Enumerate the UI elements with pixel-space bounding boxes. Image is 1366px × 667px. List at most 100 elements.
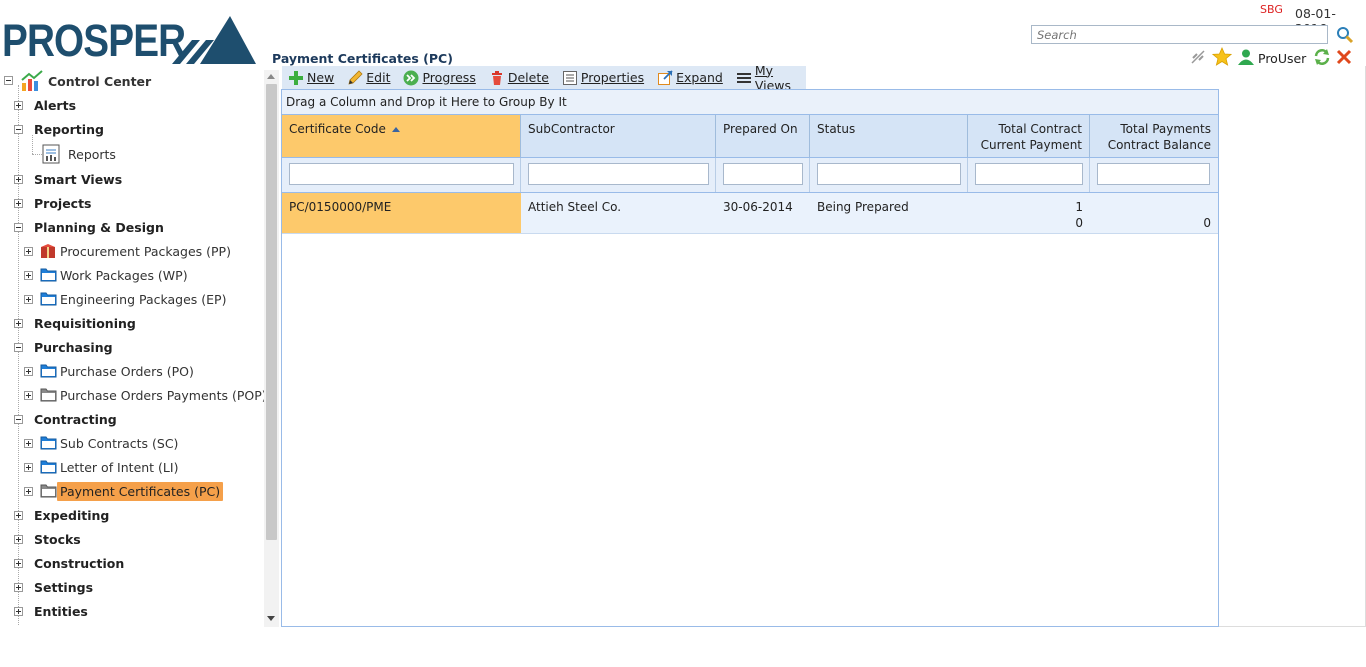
expand-icon[interactable] — [14, 175, 23, 184]
tree-label: Entities — [34, 603, 88, 619]
tree-item-settings[interactable]: Settings — [0, 576, 260, 598]
expand-icon[interactable] — [24, 487, 33, 496]
expand-icon[interactable] — [24, 439, 33, 448]
tree-item-sc[interactable]: Sub Contracts (SC) — [0, 432, 260, 454]
tree-item-expediting[interactable]: Expediting — [0, 504, 260, 526]
expand-icon[interactable] — [14, 199, 23, 208]
search-icon[interactable] — [1336, 26, 1354, 44]
folder-blue-icon — [40, 363, 57, 381]
package-icon — [40, 243, 56, 262]
tree-label: Projects — [34, 195, 92, 211]
tree-root[interactable]: Control Center — [0, 70, 260, 92]
expand-icon[interactable] — [14, 583, 23, 592]
tree-label: Alerts — [34, 97, 77, 113]
cell-total-contract: 1 0 — [968, 193, 1090, 233]
properties-icon — [562, 70, 578, 86]
tree-label: Sub Contracts (SC) — [60, 435, 179, 451]
filter-input-subcontractor[interactable] — [528, 163, 709, 185]
filter-input-prepared-on[interactable] — [723, 163, 803, 185]
progress-button[interactable]: Progress — [397, 66, 482, 89]
control-center-icon — [20, 70, 44, 95]
trash-icon — [489, 70, 505, 86]
tree-item-li[interactable]: Letter of Intent (LI) — [0, 456, 260, 478]
scroll-up-icon[interactable] — [267, 74, 275, 79]
expand-icon[interactable] — [24, 295, 33, 304]
plus-icon — [288, 70, 304, 86]
tree-item-projects[interactable]: Projects — [0, 192, 260, 214]
search-input[interactable] — [1031, 25, 1328, 44]
close-icon[interactable] — [1336, 49, 1352, 68]
filter-input-status[interactable] — [817, 163, 961, 185]
new-label: New — [307, 70, 335, 85]
column-header-prepared-on[interactable]: Prepared On — [716, 115, 810, 157]
tree-item-po[interactable]: Purchase Orders (PO) — [0, 360, 260, 382]
cell-certificate-code: PC/0150000/PME — [282, 193, 521, 233]
tree-item-pc[interactable]: Payment Certificates (PC) — [0, 480, 260, 502]
scroll-down-icon[interactable] — [267, 616, 275, 621]
prosper-logo: PROSPER — [2, 10, 257, 66]
tree-item-contracting[interactable]: Contracting — [0, 408, 260, 430]
header-label: Status — [817, 122, 856, 136]
expand-icon[interactable] — [24, 463, 33, 472]
tree-item-construction[interactable]: Construction — [0, 552, 260, 574]
expand-button[interactable]: Expand — [651, 66, 730, 89]
tree-item-smart-views[interactable]: Smart Views — [0, 168, 260, 190]
column-header-total-payments[interactable]: Total Payments Contract Balance — [1090, 115, 1218, 157]
tree-item-reporting[interactable]: Reporting — [0, 118, 260, 140]
expand-icon[interactable] — [14, 511, 23, 520]
expand-icon[interactable] — [14, 319, 23, 328]
collapse-icon[interactable] — [4, 76, 13, 85]
header-label: SubContractor — [528, 122, 615, 136]
tree-item-purchasing[interactable]: Purchasing — [0, 336, 260, 358]
collapse-icon[interactable] — [14, 125, 23, 134]
page-title: Payment Certificates (PC) — [272, 51, 453, 66]
filter-input-total-payments[interactable] — [1097, 163, 1210, 185]
column-header-subcontractor[interactable]: SubContractor — [521, 115, 716, 157]
tree-item-stocks[interactable]: Stocks — [0, 528, 260, 550]
column-header-total-contract[interactable]: Total Contract Current Payment — [968, 115, 1090, 157]
cell-subcontractor: Attieh Steel Co. — [528, 200, 622, 214]
expand-icon[interactable] — [14, 607, 23, 616]
header-tools: ProUser — [1189, 46, 1352, 68]
my-views-button[interactable]: My Views — [730, 63, 806, 93]
new-button[interactable]: New — [282, 66, 341, 89]
collapse-icon[interactable] — [14, 223, 23, 232]
expand-icon[interactable] — [14, 535, 23, 544]
tree-item-ep[interactable]: Engineering Packages (EP) — [0, 288, 260, 310]
column-header-certificate-code[interactable]: Certificate Code — [282, 115, 521, 157]
filter-input-certificate-code[interactable] — [289, 163, 514, 185]
column-header-status[interactable]: Status — [810, 115, 968, 157]
cell-total-contract-value: 1 — [1075, 200, 1083, 214]
collapse-icon[interactable] — [14, 343, 23, 352]
tree-item-requisitioning[interactable]: Requisitioning — [0, 312, 260, 334]
user-name[interactable]: ProUser — [1258, 51, 1306, 66]
edit-button[interactable]: Edit — [341, 66, 397, 89]
properties-button[interactable]: Properties — [556, 66, 651, 89]
tree-item-alerts[interactable]: Alerts — [0, 94, 260, 116]
tree-scrollbar[interactable] — [264, 70, 279, 627]
expand-icon[interactable] — [24, 271, 33, 280]
collapse-icon[interactable] — [14, 415, 23, 424]
tree-label: Construction — [34, 555, 125, 571]
tree-label: Letter of Intent (LI) — [60, 459, 179, 475]
tree-item-entities[interactable]: Entities — [0, 600, 260, 622]
expand-icon[interactable] — [14, 101, 23, 110]
expand-icon[interactable] — [24, 367, 33, 376]
tree-item-pp[interactable]: Procurement Packages (PP) — [0, 240, 260, 262]
expand-icon[interactable] — [14, 559, 23, 568]
scrollbar-thumb[interactable] — [266, 84, 277, 540]
folder-blue-icon — [40, 459, 57, 477]
my-views-label: My Views — [754, 62, 792, 93]
tree-item-pop[interactable]: Purchase Orders Payments (POP) — [0, 384, 267, 406]
tree-item-planning[interactable]: Planning & Design — [0, 216, 260, 238]
expand-icon[interactable] — [24, 391, 33, 400]
grid-header-row: Certificate Code SubContractor Prepared … — [282, 115, 1218, 158]
group-by-panel[interactable]: Drag a Column and Drop it Here to Group … — [282, 90, 1218, 115]
expand-icon[interactable] — [24, 247, 33, 256]
delete-button[interactable]: Delete — [483, 66, 556, 89]
filter-input-total-contract[interactable] — [975, 163, 1083, 185]
tree-root-label: Control Center — [48, 73, 152, 89]
tree-item-wp[interactable]: Work Packages (WP) — [0, 264, 260, 286]
tree-item-reports[interactable]: Reports — [0, 135, 260, 165]
table-row[interactable]: PC/0150000/PME Attieh Steel Co. 30-06-20… — [282, 193, 1218, 234]
